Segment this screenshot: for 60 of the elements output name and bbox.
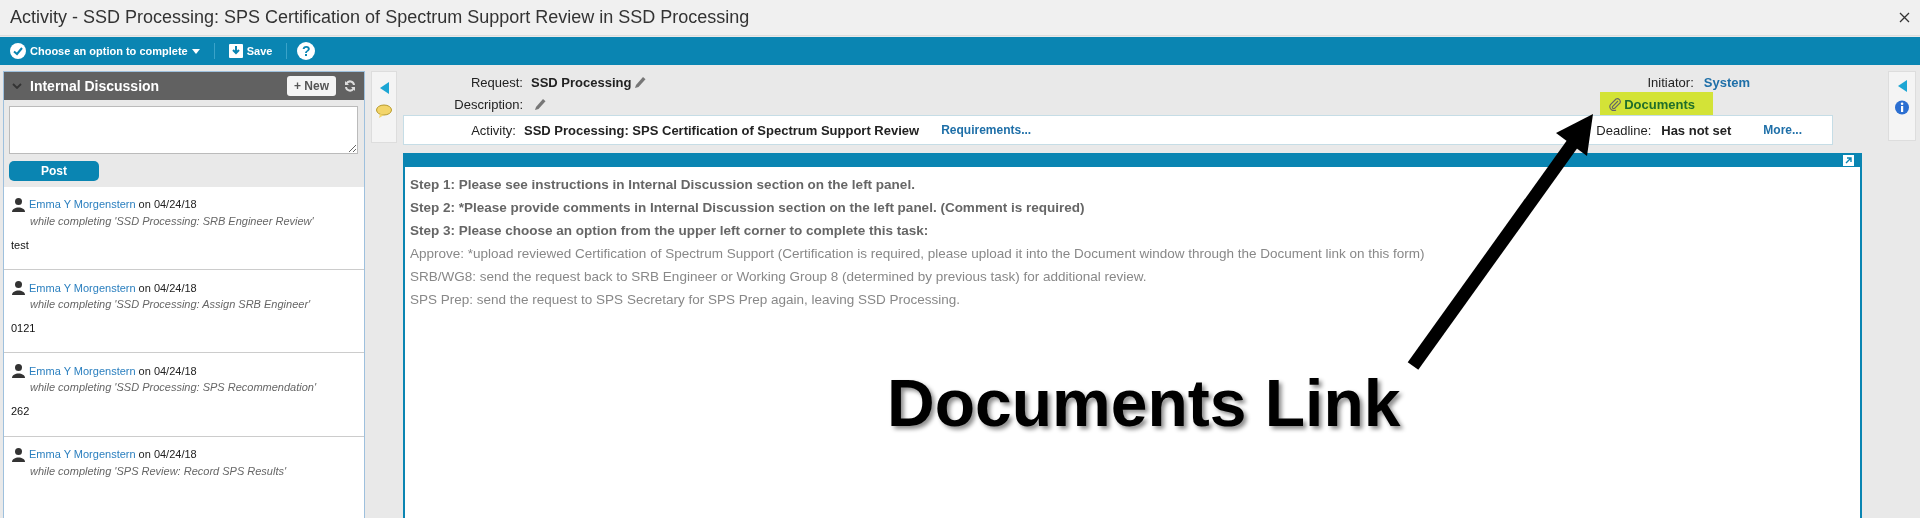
person-icon	[11, 196, 26, 212]
info-icon[interactable]	[1894, 100, 1910, 116]
comment-date: on 04/24/18	[138, 281, 197, 294]
description-label: Description:	[453, 96, 524, 112]
comment-field[interactable]	[9, 105, 358, 154]
speech-bubble-icon[interactable]	[376, 104, 392, 118]
close-icon[interactable]	[1899, 12, 1910, 23]
save-icon	[228, 44, 243, 58]
collapse-arrow-icon[interactable]	[1897, 80, 1907, 92]
pencil-icon[interactable]	[534, 97, 547, 111]
discussion-title: Internal Discussion	[30, 77, 161, 94]
activity-label: Activity:	[470, 122, 517, 138]
author-link[interactable]: Emma Y Morgenstern	[29, 198, 136, 211]
author-link[interactable]: Emma Y Morgenstern	[29, 281, 136, 294]
initiator-label: Initiator:	[1647, 74, 1694, 90]
refresh-icon[interactable]	[344, 79, 356, 92]
instruction-step: Step 1: Please see instructions in Internal Discussion section on the left panel.	[410, 173, 1855, 196]
comment-text: 0121	[11, 322, 37, 335]
instruction-note: Approve: *upload reviewed Certification of Spectrum Support (Certification is required, please upload it into the Document window through the Document link on this form)	[410, 245, 1426, 263]
person-icon	[11, 280, 26, 296]
request-value: SSD Processing	[531, 74, 632, 90]
comment-context: while completing 'SSD Processing: SRB Engineer Review'	[30, 214, 315, 227]
comment-date: on 04/24/18	[138, 198, 197, 211]
activity-value: SSD Processing: SPS Certification of Spectrum Support Review	[524, 122, 920, 138]
chevron-down-icon[interactable]	[12, 82, 22, 89]
post-button[interactable]: Post	[9, 160, 99, 181]
author-link[interactable]: Emma Y Morgenstern	[29, 448, 136, 461]
deadline-value: Has not set	[1661, 122, 1732, 138]
instruction-step: Step 2: *Please provide comments in Internal Discussion section on the left panel. (Comment is required)	[410, 196, 1855, 219]
comment-date: on 04/24/18	[138, 364, 197, 377]
requirements-link[interactable]: Requirements...	[941, 123, 1032, 137]
pencil-icon[interactable]	[634, 75, 648, 89]
window-title: Activity - SSD Processing: SPS Certification of Spectrum Support Review in SSD Processing	[10, 7, 750, 28]
comment-context: while completing 'SPS Review: Record SPS Results'	[30, 464, 288, 477]
instruction-note: SPS Prep: send the request to SPS Secretary for SPS Prep again, leaving SSD Processing.	[410, 291, 962, 309]
instruction-step: Step 3: Please choose an option from the upper left corner to complete this task:	[410, 219, 1855, 242]
expand-icon[interactable]	[1843, 154, 1854, 166]
request-label: Request:	[469, 74, 524, 90]
initiator-link[interactable]: System	[1703, 74, 1750, 90]
save-button[interactable]: Save	[224, 44, 277, 58]
deadline-label: Deadline:	[1596, 122, 1652, 138]
more-link[interactable]: More...	[1763, 123, 1802, 137]
check-circle-icon	[10, 43, 26, 59]
help-button[interactable]: ?	[297, 42, 316, 60]
annotation-text: Documents Link	[887, 365, 1401, 441]
new-button[interactable]: + New	[287, 75, 336, 96]
person-icon	[11, 446, 26, 462]
person-icon	[11, 363, 26, 379]
complete-menu-button[interactable]: Choose an option to complete	[6, 43, 204, 59]
caret-icon	[191, 48, 200, 54]
author-link[interactable]: Emma Y Morgenstern	[29, 364, 136, 377]
collapse-arrow-icon[interactable]	[379, 82, 389, 94]
comment-text: 262	[11, 405, 31, 418]
comment-text: test	[11, 238, 30, 251]
instruction-note: SRB/WG8: send the request back to SRB Engineer or Working Group 8 (determined by previous task) for additional review.	[410, 268, 1148, 286]
comment-date: on 04/24/18	[138, 448, 197, 461]
paperclip-icon	[1608, 97, 1623, 111]
comment-context: while completing 'SSD Processing: Assign SRB Engineer'	[30, 298, 312, 311]
comment-context: while completing 'SSD Processing: SPS Recommendation'	[30, 381, 318, 394]
documents-link[interactable]: Documents	[1600, 91, 1713, 117]
